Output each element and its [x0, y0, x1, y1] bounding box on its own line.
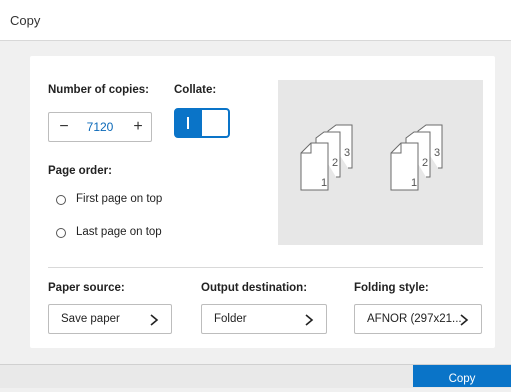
page-number: 2 — [332, 157, 338, 169]
folding-style-button[interactable]: AFNOR (297x21... — [354, 304, 482, 334]
copies-label: Number of copies: — [48, 84, 149, 96]
page-number: 3 — [434, 147, 440, 159]
collate-preview: 3 2 1 3 2 1 — [278, 80, 483, 245]
page-number: 1 — [411, 177, 417, 189]
title-bar: Copy — [0, 0, 511, 41]
collate-toggle[interactable] — [174, 108, 230, 138]
radio-icon — [56, 228, 66, 238]
folding-style-label: Folding style: — [354, 282, 429, 294]
collate-label: Collate: — [174, 84, 217, 96]
collated-pages-icon: 3 2 1 3 2 1 — [300, 124, 443, 191]
copy-settings-panel: Number of copies: − 7120 + Collate: Page… — [30, 56, 495, 348]
chevron-right-icon — [150, 314, 159, 326]
folding-style-value: AFNOR (297x21... — [367, 313, 462, 325]
increment-button[interactable]: + — [125, 113, 151, 141]
paper-source-value: Save paper — [61, 313, 120, 325]
radio-icon — [56, 195, 66, 205]
page-number: 2 — [422, 157, 428, 169]
page-number: 1 — [321, 177, 327, 189]
chevron-right-icon — [305, 314, 314, 326]
page-number: 3 — [344, 147, 350, 159]
toggle-on-indicator — [176, 110, 202, 136]
copy-button[interactable]: Copy — [413, 365, 511, 387]
section-divider — [48, 267, 483, 268]
window-title: Copy — [10, 13, 41, 28]
output-destination-button[interactable]: Folder — [201, 304, 327, 334]
page-order-label: Page order: — [48, 165, 112, 177]
radio-label: Last page on top — [76, 226, 162, 238]
output-destination-label: Output destination: — [201, 282, 308, 294]
decrement-button[interactable]: − — [51, 113, 77, 141]
radio-label: First page on top — [76, 193, 163, 205]
output-destination-value: Folder — [214, 313, 247, 325]
copies-stepper: − 7120 + — [48, 112, 152, 142]
chevron-right-icon — [460, 314, 469, 326]
paper-source-label: Paper source: — [48, 282, 125, 294]
copies-input[interactable]: 7120 — [79, 113, 121, 141]
paper-source-button[interactable]: Save paper — [48, 304, 172, 334]
